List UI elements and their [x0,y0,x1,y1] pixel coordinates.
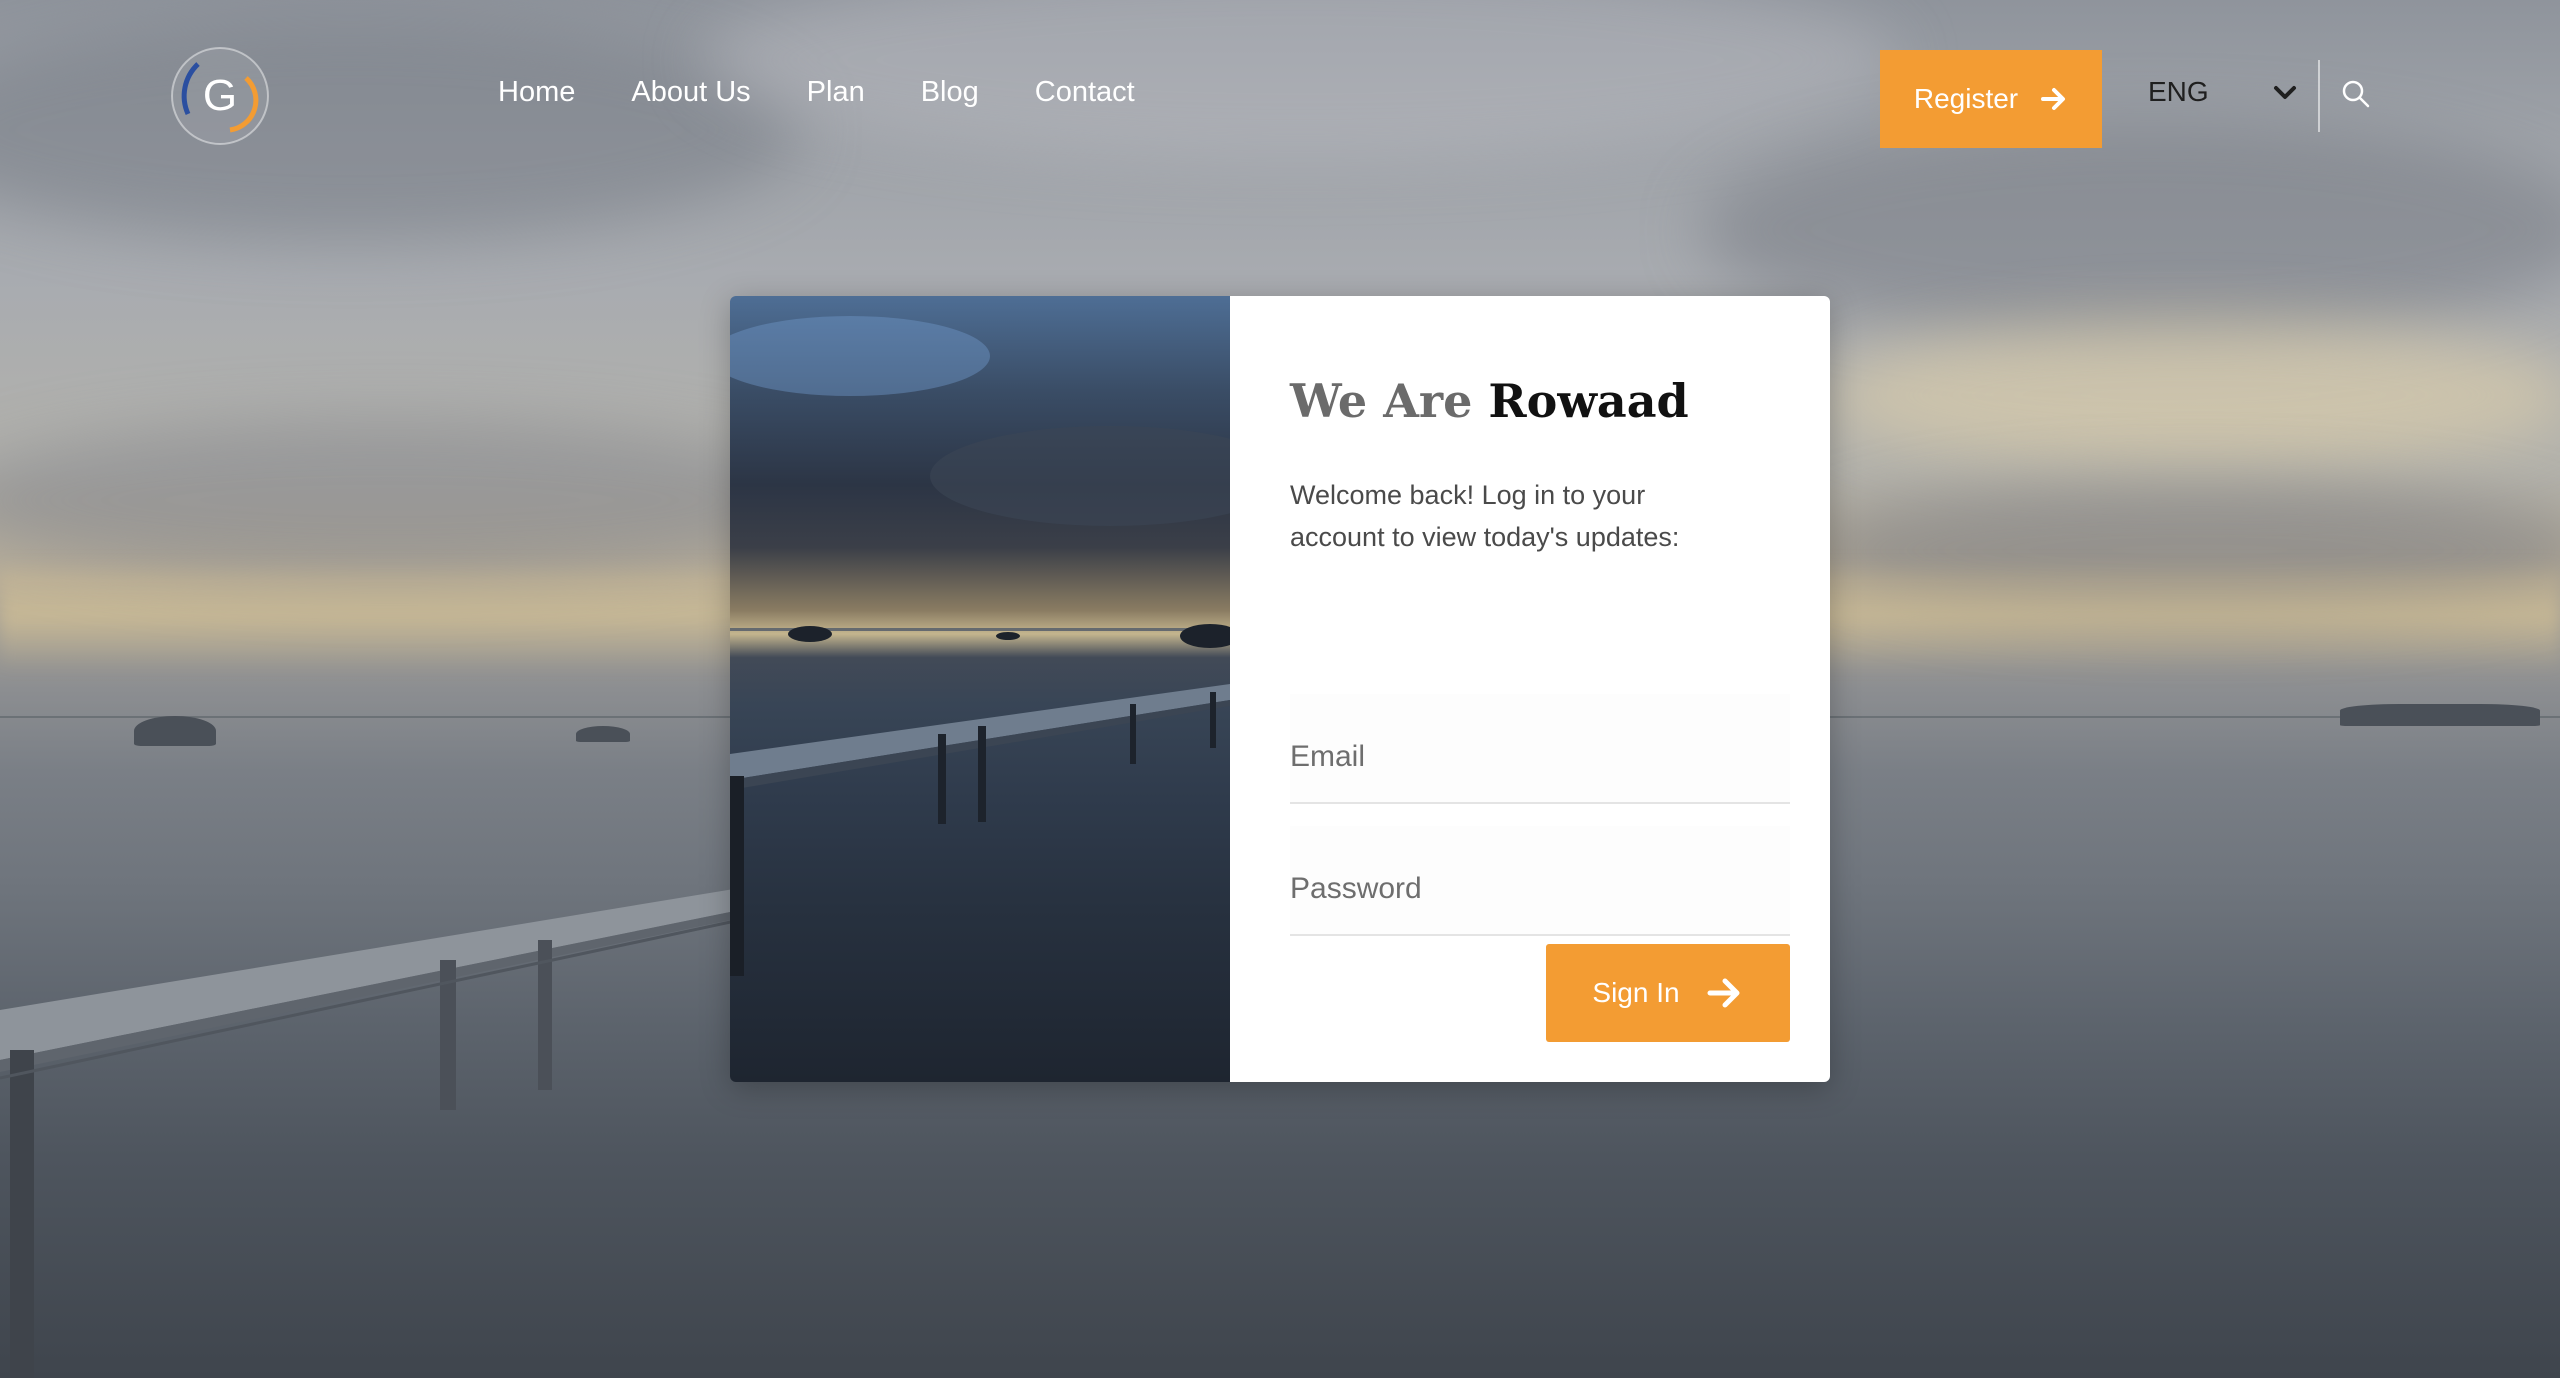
email-field[interactable] [1290,740,1770,774]
pier-photo [730,316,1230,976]
login-title-prefix: We Are [1290,374,1473,428]
nav-home[interactable]: Home [498,76,575,109]
sign-in-button[interactable]: Sign In [1546,944,1790,1042]
login-form: We Are Rowaad Welcome back! Log in to yo… [1230,296,1830,1082]
register-button[interactable]: Register [1880,50,2102,148]
login-title-brand: Rowaad [1488,374,1689,428]
nav-about-us[interactable]: About Us [631,76,750,109]
password-field[interactable] [1290,872,1770,906]
background-rock [2340,704,2540,726]
logo-icon[interactable]: G [168,44,272,148]
password-field-wrapper [1290,826,1790,936]
sign-in-button-label: Sign In [1592,977,1680,1008]
login-card: We Are Rowaad Welcome back! Log in to yo… [730,296,1830,1082]
email-field-wrapper [1290,694,1790,804]
nav-plan[interactable]: Plan [807,76,865,109]
language-selector[interactable]: ENG [2148,76,2209,108]
chevron-down-icon[interactable] [2272,82,2298,104]
login-title: We Are Rowaad [1290,374,1689,428]
background-rock [576,726,630,742]
nav-blog[interactable]: Blog [921,76,979,109]
site-header: G Home About Us Plan Blog Contact Regist… [0,0,2560,190]
login-card-image [730,296,1230,1082]
search-icon[interactable] [2340,78,2372,110]
page-background: G Home About Us Plan Blog Contact Regist… [0,0,2560,1378]
background-cloud [1820,320,2560,470]
arrow-right-icon [2041,88,2066,110]
main-nav: Home About Us Plan Blog Contact [498,76,1191,109]
logo-letter: G [203,71,237,120]
login-subtitle: Welcome back! Log in to your account to … [1290,480,1680,552]
background-rock [134,716,216,746]
nav-contact[interactable]: Contact [1035,76,1135,109]
arrow-right-icon [1707,978,1740,1008]
register-button-label: Register [1913,83,2019,114]
background-cloud [0,420,840,580]
background-pier [0,888,740,1378]
header-divider [2318,60,2320,132]
